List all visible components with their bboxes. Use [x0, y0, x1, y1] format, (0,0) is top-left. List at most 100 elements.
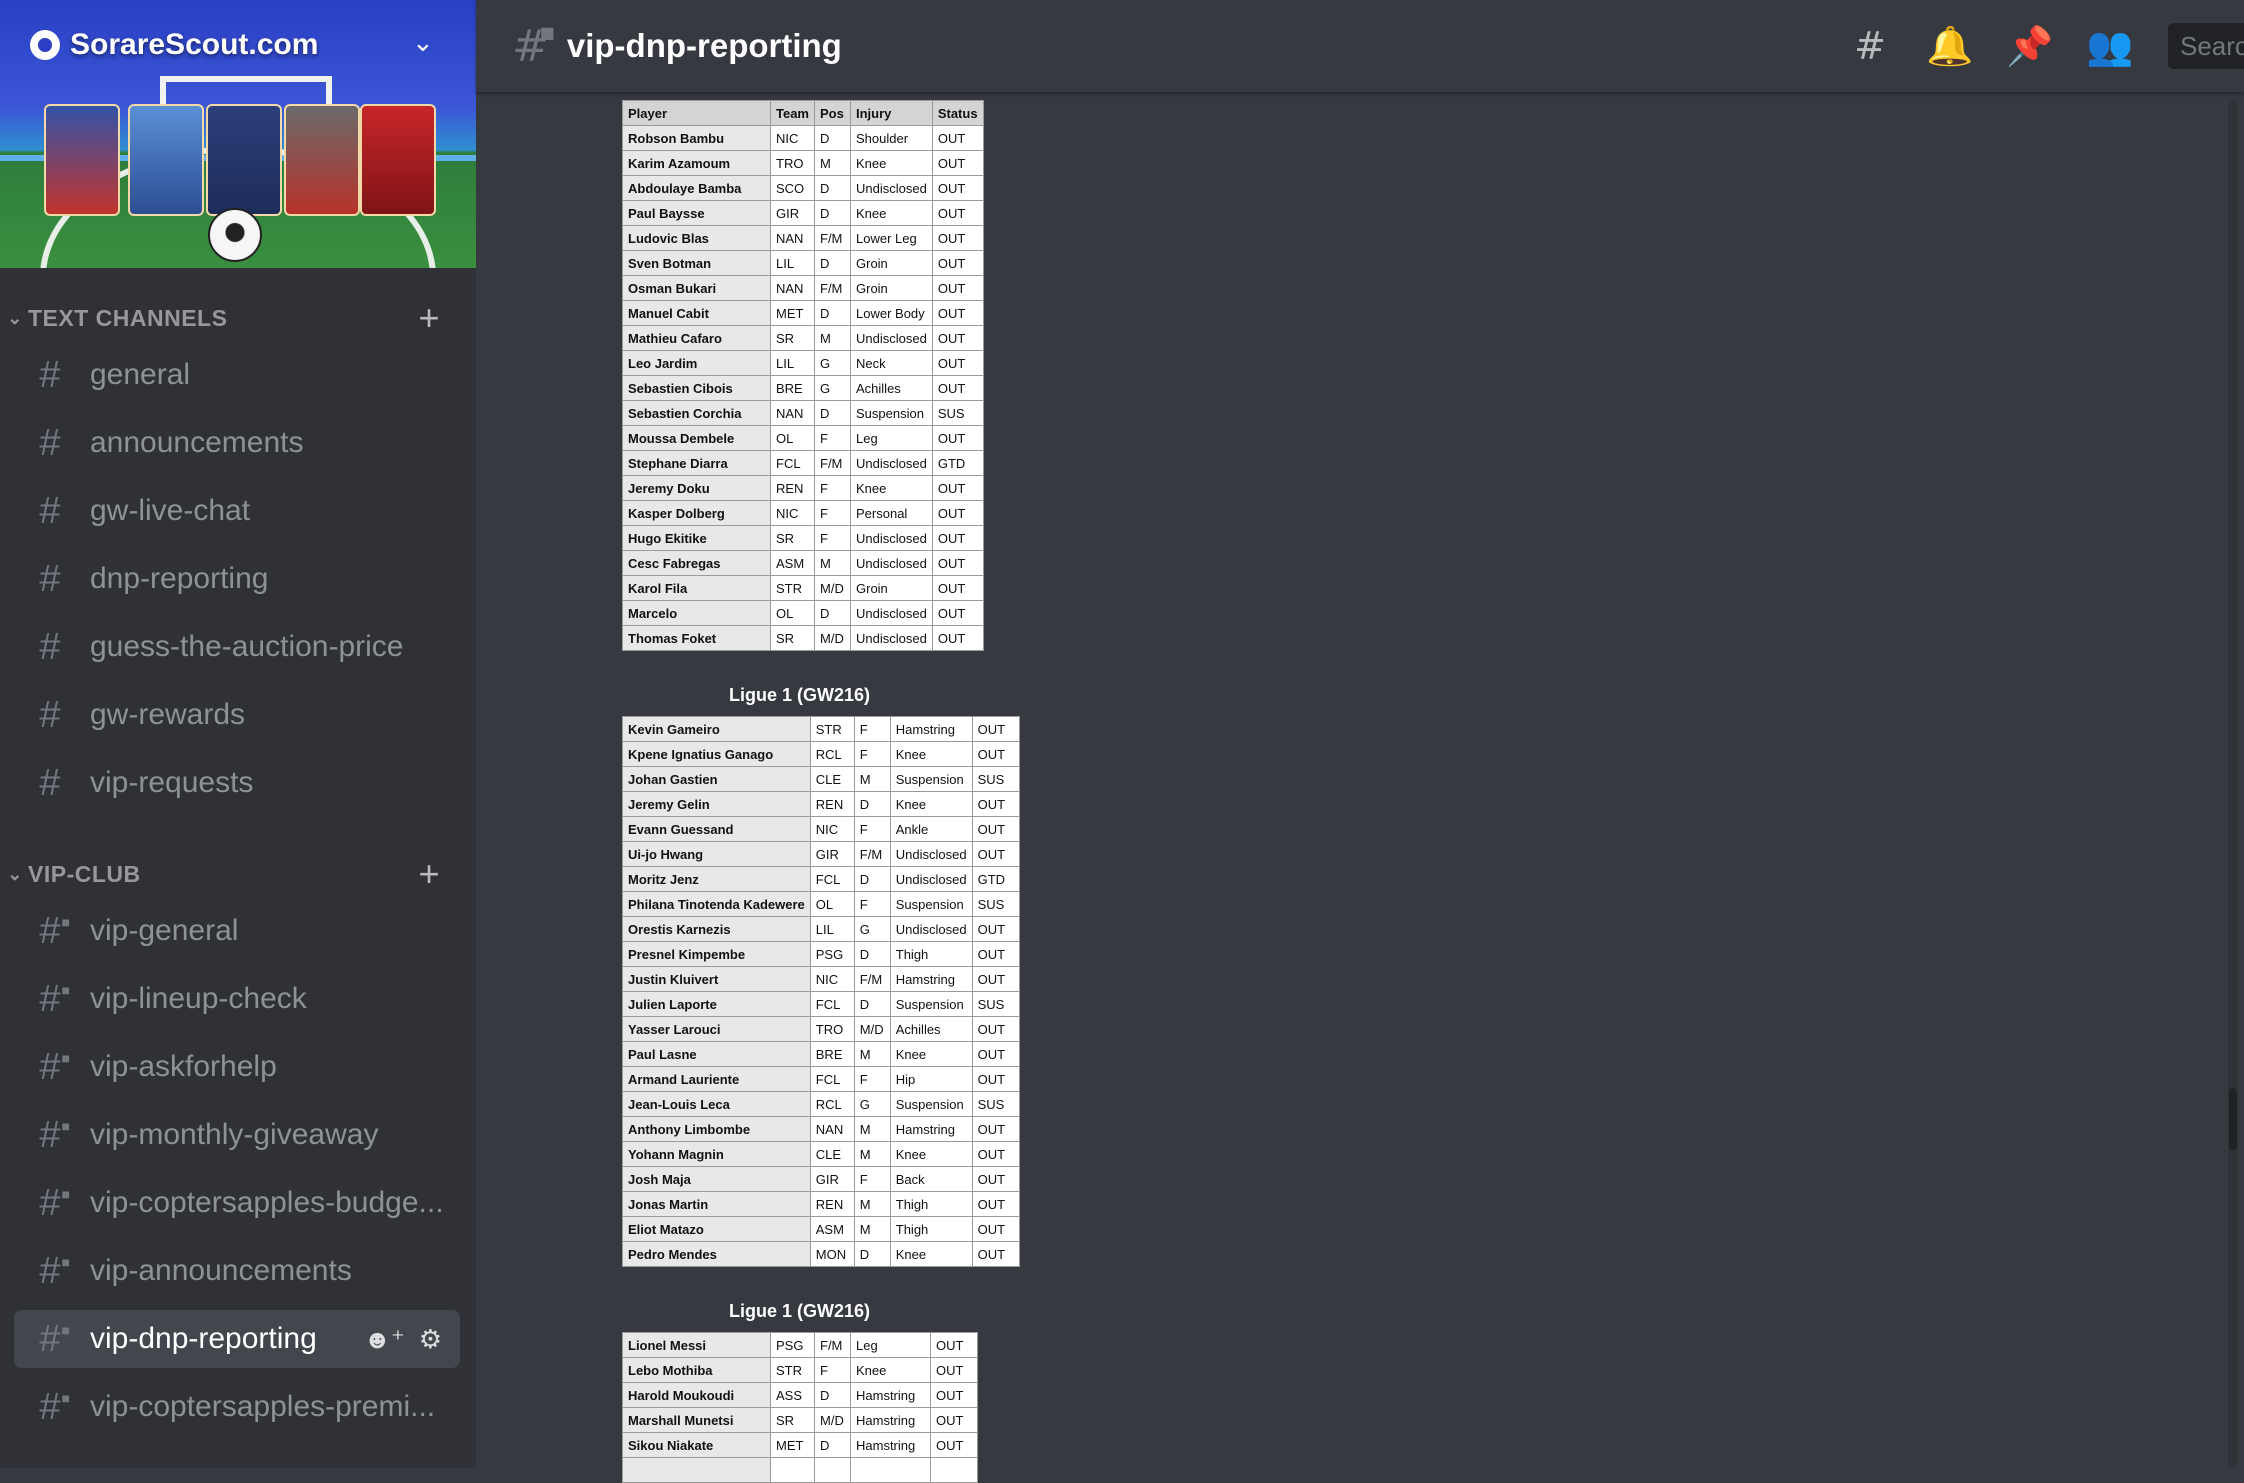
table-cell: OL — [809, 891, 855, 917]
table-cell: M — [814, 150, 851, 176]
add-channel-icon[interactable]: + — [418, 854, 440, 894]
table-cell — [850, 1457, 931, 1483]
table-cell: Anthony Limbombe — [622, 1116, 811, 1142]
table-cell: OUT — [971, 1241, 1020, 1267]
channel-label: vip-dnp-reporting — [90, 1322, 317, 1355]
channel-dnp-reporting[interactable]: # dnp-reporting — [14, 550, 460, 608]
table-cell: Suspension — [889, 766, 973, 792]
add-member-icon[interactable]: ☻⁺ — [364, 1324, 405, 1355]
channel-vip-general[interactable]: # ■ vip-general — [14, 902, 460, 960]
table-cell: MET — [770, 300, 815, 326]
table-cell: F — [814, 425, 851, 451]
threads-icon[interactable]: # — [1830, 24, 1910, 68]
table-row: Moritz Jenz FCL D Undisclosed GTD — [622, 866, 1020, 892]
table-cell: Undisclosed — [850, 550, 933, 576]
table-cell: M — [853, 1116, 891, 1142]
channel-vip-monthly-giveaway[interactable]: # ■ vip-monthly-giveaway — [14, 1106, 460, 1164]
table-cell: F — [853, 741, 891, 767]
gear-icon[interactable]: ⚙ — [419, 1324, 442, 1355]
table-cell: Knee — [889, 791, 973, 817]
chevron-down-icon[interactable]: ⌄ — [412, 28, 434, 58]
table-cell: OUT — [971, 941, 1020, 967]
table-cell: Hip — [889, 1066, 973, 1092]
header-toolbar: # 🔔 📌 👥 Search — [1830, 0, 2244, 92]
table-cell: Ankle — [889, 816, 973, 842]
bell-icon[interactable]: 🔔 — [1910, 24, 1990, 69]
channel-guess-the-auction-price[interactable]: # guess-the-auction-price — [14, 618, 460, 676]
table-cell: Undisclosed — [850, 450, 933, 476]
table-cell: OUT — [931, 325, 984, 351]
table-row: Armand Lauriente FCL F Hip OUT — [622, 1066, 1020, 1092]
table-cell: F/M — [814, 450, 851, 476]
add-channel-icon[interactable]: + — [418, 298, 440, 338]
channel-vip-dnp-reporting[interactable]: # ■ vip-dnp-reporting ☻⁺ ⚙ — [14, 1310, 460, 1368]
channel-vip-coptersapples-budget[interactable]: # ■ vip-coptersapples-budge... — [14, 1174, 460, 1232]
table-cell: D — [853, 1241, 891, 1267]
table-cell: Thomas Foket — [622, 625, 771, 651]
table-cell: CLE — [809, 766, 855, 792]
channel-vip-announcements[interactable]: # ■ vip-announcements — [14, 1242, 460, 1300]
injury-table-image[interactable]: Player Team Pos Injury Status Robson Bambu NI… — [622, 100, 984, 651]
channel-label: vip-announcements — [90, 1254, 352, 1287]
table-row: Anthony Limbombe NAN M Hamstring OUT — [622, 1116, 1020, 1142]
table-cell: Stephane Diarra — [622, 450, 771, 476]
members-icon[interactable]: 👥 — [2070, 24, 2150, 69]
table-cell: Groin — [850, 250, 933, 276]
table-row: Lebo Mothiba STR F Knee OUT — [622, 1357, 978, 1383]
injury-table-image[interactable]: Kevin Gameiro STR F Hamstring OUT Kpene Ignat… — [622, 716, 1020, 1267]
table-cell: G — [814, 375, 851, 401]
table-cell: FCL — [809, 991, 855, 1017]
banner-player-card — [284, 104, 360, 216]
table-cell: Karim Azamoum — [622, 150, 771, 176]
server-banner[interactable]: SorareScout.com ⌄ — [0, 0, 476, 268]
table-cell: OUT — [930, 1382, 978, 1408]
table-cell: OUT — [971, 916, 1020, 942]
table-row: Jonas Martin REN M Thigh OUT — [622, 1191, 1020, 1217]
channel-vip-askforhelp[interactable]: # ■ vip-askforhelp — [14, 1038, 460, 1096]
server-name[interactable]: SorareScout.com — [30, 28, 318, 62]
table-cell: D — [853, 941, 891, 967]
table-cell: REN — [809, 791, 855, 817]
table-cell: OUT — [931, 625, 984, 651]
pin-icon[interactable]: 📌 — [1990, 24, 2070, 69]
table-cell: M/D — [814, 575, 851, 601]
channel-vip-coptersapples-premium[interactable]: # ■ vip-coptersapples-premi... — [14, 1378, 460, 1436]
table-cell: Robson Bambu — [622, 125, 771, 151]
scrollbar-track[interactable] — [2228, 100, 2238, 1468]
table-cell: F — [814, 525, 851, 551]
channel-gw-rewards[interactable]: # gw-rewards — [14, 686, 460, 744]
table-row: Eliot Matazo ASM M Thigh OUT — [622, 1216, 1020, 1242]
table-cell: Undisclosed — [889, 866, 973, 892]
table-cell: ASM — [770, 550, 815, 576]
table-row: Abdoulaye Bamba SCO D Undisclosed OUT — [622, 175, 984, 201]
table-cell: MET — [770, 1432, 815, 1458]
channel-label: vip-general — [90, 914, 239, 947]
table-cell: CLE — [809, 1141, 855, 1167]
search-input[interactable]: Search — [2168, 23, 2244, 69]
table-cell: D — [853, 791, 891, 817]
table-cell: Eliot Matazo — [622, 1216, 811, 1242]
scrollbar-thumb[interactable] — [2229, 1088, 2237, 1150]
banner-player-card — [206, 104, 282, 216]
table-cell: F/M — [814, 225, 851, 251]
hash-icon: # — [39, 693, 61, 736]
locked-hash-icon: # ■ — [39, 1385, 70, 1428]
table-row: Sven Botman LIL D Groin OUT — [622, 250, 984, 276]
table-cell: OUT — [971, 1166, 1020, 1192]
table-cell: SUS — [931, 400, 984, 426]
injury-table-image[interactable]: Lionel Messi PSG F/M Leg OUT Lebo Mothiba STR F… — [622, 1332, 978, 1483]
table-cell: Undisclosed — [850, 525, 933, 551]
channel-announcements[interactable]: # announcements — [14, 414, 460, 472]
channel-label: vip-requests — [90, 766, 254, 799]
table-row: Karim Azamoum TRO M Knee OUT — [622, 150, 984, 176]
server-logo-icon — [30, 30, 60, 60]
category-text-channels[interactable]: ⌄ TEXT CHANNELS + — [0, 298, 476, 338]
channel-vip-requests[interactable]: # vip-requests — [14, 754, 460, 812]
channel-label: vip-monthly-giveaway — [90, 1118, 379, 1151]
channel-vip-lineup-check[interactable]: # ■ vip-lineup-check — [14, 970, 460, 1028]
search-placeholder: Search — [2180, 30, 2244, 61]
channel-gw-live-chat[interactable]: # gw-live-chat — [14, 482, 460, 540]
channel-general[interactable]: # general — [14, 346, 460, 404]
category-vip-club[interactable]: ⌄ VIP-CLUB + — [0, 854, 476, 894]
table-cell: Moritz Jenz — [622, 866, 811, 892]
